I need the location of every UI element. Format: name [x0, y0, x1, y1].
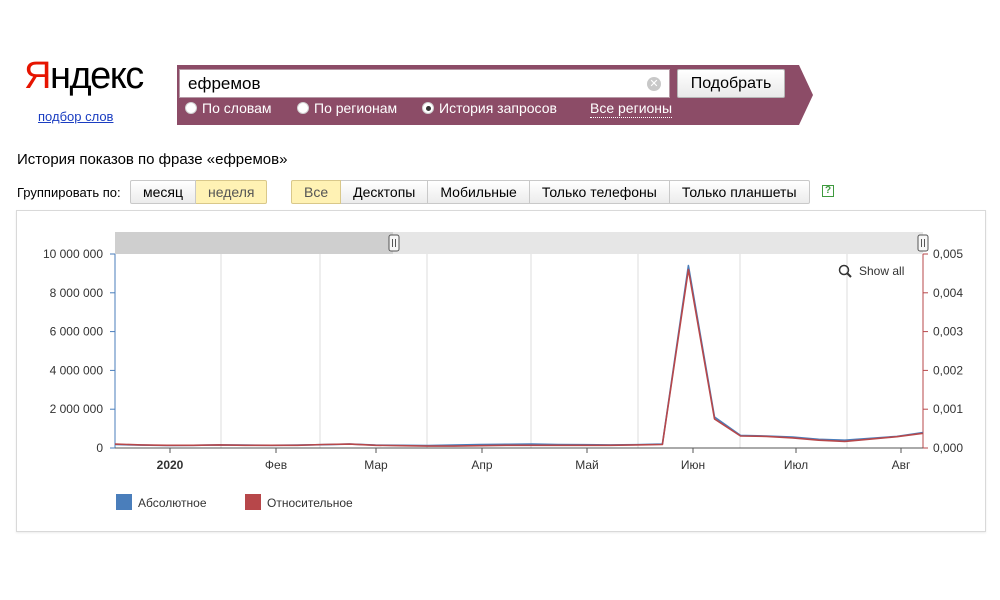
wordstat-link[interactable]: подбор слов — [38, 109, 113, 124]
yandex-logo[interactable]: Яндекс — [24, 54, 144, 98]
radio-by-regions[interactable]: По регионам — [297, 100, 397, 117]
search-input[interactable] — [188, 73, 643, 94]
group-by-label: Группировать по: — [17, 185, 121, 200]
y-left-tick-label: 8 000 000 — [50, 286, 104, 300]
navigator-left-handle[interactable] — [388, 234, 400, 252]
radio-label: По регионам — [314, 100, 398, 116]
y-right-tick-label: 0,001 — [933, 402, 963, 416]
y-left-tick-label: 0 — [96, 441, 103, 455]
filter-desktop-button[interactable]: Десктопы — [341, 180, 429, 204]
legend-swatch-absolute[interactable] — [116, 494, 132, 510]
zoom-icon-handle — [846, 272, 852, 278]
device-filter-buttons: Все Десктопы Мобильные Только телефоны Т… — [291, 180, 810, 204]
clear-icon[interactable]: ✕ — [647, 77, 661, 91]
radio-label: История запросов — [439, 100, 557, 116]
y-right-tick-label: 0,002 — [933, 363, 963, 377]
legend-label-relative[interactable]: Относительное — [267, 496, 353, 510]
x-tick-label: 2020 — [157, 458, 184, 472]
page-title: История показов по фразе «ефремов» — [17, 151, 288, 168]
y-left-tick-label: 10 000 000 — [43, 247, 103, 261]
filter-mobile-button[interactable]: Мобильные — [428, 180, 530, 204]
x-tick-label: Июн — [681, 458, 705, 472]
series-line-absolute — [114, 264, 924, 447]
x-tick-label: Мар — [364, 458, 388, 472]
radio-by-words[interactable]: По словам — [185, 100, 272, 117]
x-tick-label: Май — [575, 458, 599, 472]
y-right-tick-label: 0,005 — [933, 247, 963, 261]
grouping-buttons: месяц неделя — [130, 180, 268, 204]
navigator-masked-range — [115, 232, 393, 254]
show-all-button[interactable]: Show all — [838, 264, 905, 278]
logo-first-letter: Я — [24, 55, 51, 97]
radio-history[interactable]: История запросов — [422, 100, 557, 117]
radio-label: По словам — [202, 100, 272, 116]
x-tick-label: Фев — [265, 458, 287, 472]
search-box: ✕ — [179, 69, 670, 98]
submit-button[interactable]: Подобрать — [677, 69, 785, 98]
search-band-arrow — [799, 65, 813, 125]
legend-swatch-relative[interactable] — [245, 494, 261, 510]
legend-label-absolute[interactable]: Абсолютное — [138, 496, 207, 510]
y-right-tick-label: 0,003 — [933, 325, 963, 339]
group-month-button[interactable]: месяц — [130, 180, 197, 204]
filter-tablets-button[interactable]: Только планшеты — [669, 180, 810, 204]
filter-phones-button[interactable]: Только телефоны — [529, 180, 670, 204]
x-tick-label: Авг — [892, 458, 911, 472]
y-left-tick-label: 4 000 000 — [50, 363, 104, 377]
y-right-tick-label: 0,000 — [933, 441, 963, 455]
x-tick-label: Июл — [784, 458, 808, 472]
series-line-relative — [114, 268, 924, 447]
all-regions-link[interactable]: Все регионы — [590, 100, 673, 118]
filter-all-button[interactable]: Все — [291, 180, 342, 204]
logo-rest: ндекс — [49, 55, 144, 97]
group-week-button[interactable]: неделя — [196, 180, 268, 204]
y-left-tick-label: 6 000 000 — [50, 325, 104, 339]
chart-panel: 0 2 000 000 4 000 000 6 000 000 8 000 000 10 … — [16, 210, 986, 532]
x-tick-label: Апр — [471, 458, 493, 472]
y-left-tick-label: 2 000 000 — [50, 402, 104, 416]
history-chart: 0 2 000 000 4 000 000 6 000 000 8 000 000 10 … — [43, 232, 963, 510]
radio-dot-icon[interactable] — [297, 102, 309, 114]
y-right-tick-label: 0,004 — [933, 286, 963, 300]
radio-dot-selected-icon[interactable] — [422, 102, 434, 114]
help-icon[interactable]: ? — [822, 185, 834, 197]
navigator-right-handle[interactable] — [917, 234, 929, 252]
show-all-label[interactable]: Show all — [859, 264, 904, 278]
radio-dot-icon[interactable] — [185, 102, 197, 114]
